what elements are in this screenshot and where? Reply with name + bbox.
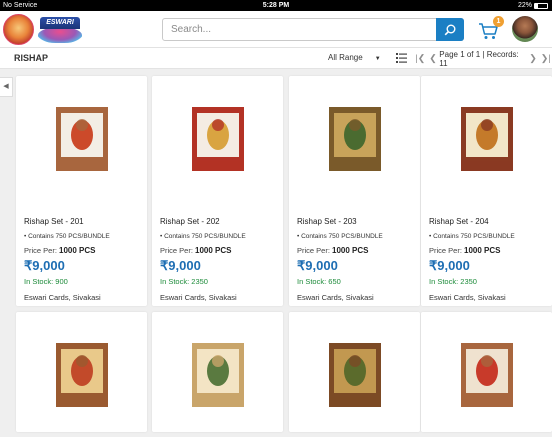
cart-button[interactable]: 1 [478,16,504,41]
product-card[interactable]: Rishap Set - 202 • Contains 750 PCS/BUNDL… [152,76,283,306]
next-page-icon[interactable]: ❯ [527,53,540,64]
product-grid: Rishap Set - 201 • Contains 750 PCS/BUNDL… [0,69,552,432]
stock-status: In Stock: 900 [24,277,68,286]
product-image [55,106,108,171]
prev-page-icon[interactable]: ❮ [427,53,440,64]
listing-toolbar: RISHAP All Range ▼ |❮ ❮ Page 1 of 1 | Rec… [0,48,552,69]
product-image [55,342,108,407]
product-card[interactable]: Rishap Set - 204 • Contains 750 PCS/BUNDL… [421,76,552,306]
product-card[interactable]: Rishap Set - 203 • Contains 750 PCS/BUNDL… [289,76,420,306]
product-bundle-info: • Contains 750 PCS/BUNDLE [429,233,515,240]
battery-text: 22% [517,2,532,9]
product-card[interactable] [152,312,283,432]
price-per-qty: 1000 PCS [332,246,369,255]
product-bundle-info: • Contains 750 PCS/BUNDLE [160,233,246,240]
last-page-icon[interactable]: ❯| [539,53,552,64]
product-name[interactable]: Rishap Set - 204 [429,217,489,226]
product-image [328,106,381,171]
search-button[interactable] [436,18,464,41]
product-name[interactable]: Rishap Set - 202 [160,217,220,226]
price-per-label: Price Per: [429,246,462,255]
product-thumbnail[interactable] [152,312,283,437]
product-thumbnail[interactable] [16,76,147,201]
first-page-icon[interactable]: |❮ [414,53,427,64]
product-price: ₹9,000 [24,258,65,273]
logo-swirl [38,27,82,43]
chevron-left-icon: ◀ [3,83,9,90]
price-per-qty: 1000 PCS [464,246,501,255]
product-card[interactable] [421,312,552,432]
price-per: Price Per: 1000 PCS [24,246,96,255]
seller-name: Eswari Cards, Sivakasi [160,293,237,302]
product-thumbnail[interactable] [421,76,552,201]
product-thumbnail[interactable] [289,76,420,201]
product-bundle-info: • Contains 750 PCS/BUNDLE [24,233,110,240]
product-thumbnail[interactable] [16,312,147,437]
range-select[interactable]: All Range ▼ [328,53,381,62]
product-thumbnail[interactable] [152,76,283,201]
product-price: ₹9,000 [160,258,201,273]
search-input[interactable] [163,19,437,40]
logo-brand-text: ESWARI [40,17,80,29]
stock-count: 650 [328,277,341,286]
price-per-qty: 1000 PCS [59,246,96,255]
product-card[interactable] [289,312,420,432]
price-per-label: Price Per: [160,246,193,255]
product-image [460,342,513,407]
deity-logo[interactable] [3,14,34,45]
product-name[interactable]: Rishap Set - 201 [24,217,84,226]
list-view-icon[interactable] [396,53,407,63]
product-card[interactable]: Rishap Set - 201 • Contains 750 PCS/BUNDL… [16,76,147,306]
clock-text: 5:28 PM [262,2,290,9]
product-price: ₹9,000 [297,258,338,273]
product-image [328,342,381,407]
cart-count-badge: 1 [493,16,504,27]
product-thumbnail[interactable] [421,312,552,437]
product-price: ₹9,000 [429,258,470,273]
product-name[interactable]: Rishap Set - 203 [297,217,357,226]
product-image [191,342,244,407]
product-thumbnail[interactable] [289,312,420,437]
stock-count: 2350 [460,277,477,286]
price-per-qty: 1000 PCS [195,246,232,255]
battery-icon [534,2,548,9]
product-card[interactable] [16,312,147,432]
price-per: Price Per: 1000 PCS [160,246,232,255]
stock-status: In Stock: 650 [297,277,341,286]
price-per-label: Price Per: [24,246,57,255]
stock-label: In Stock: [429,277,459,286]
stock-status: In Stock: 2350 [429,277,477,286]
page-title: RISHAP [14,53,49,63]
price-per: Price Per: 1000 PCS [297,246,369,255]
app-header: ESWARI 1 [0,11,552,48]
status-bar: No Service 5:28 PM 22% [0,0,552,11]
seller-name: Eswari Cards, Sivakasi [24,293,101,302]
sidebar-toggle[interactable]: ◀ [0,77,13,97]
chevron-down-icon: ▼ [374,56,381,62]
product-image [191,106,244,171]
product-bundle-info: • Contains 750 PCS/BUNDLE [297,233,383,240]
price-per: Price Per: 1000 PCS [429,246,501,255]
range-select-value: All Range [328,53,363,62]
user-avatar[interactable] [512,16,538,42]
price-per-label: Price Per: [297,246,330,255]
seller-name: Eswari Cards, Sivakasi [429,293,506,302]
battery-indicator: 22% [518,0,548,11]
stock-label: In Stock: [24,277,54,286]
stock-status: In Stock: 2350 [160,277,208,286]
stock-count: 900 [55,277,68,286]
search-bar [162,18,464,41]
stock-label: In Stock: [297,277,327,286]
stock-count: 2350 [191,277,208,286]
stock-label: In Stock: [160,277,190,286]
product-image [460,106,513,171]
search-icon [444,24,456,35]
pagination: |❮ ❮ Page 1 of 1 | Records: 11 ❯ ❯| [414,49,552,68]
pager-text: Page 1 of 1 | Records: 11 [439,49,519,68]
seller-name: Eswari Cards, Sivakasi [297,293,374,302]
eswari-logo[interactable]: ESWARI [38,15,82,43]
